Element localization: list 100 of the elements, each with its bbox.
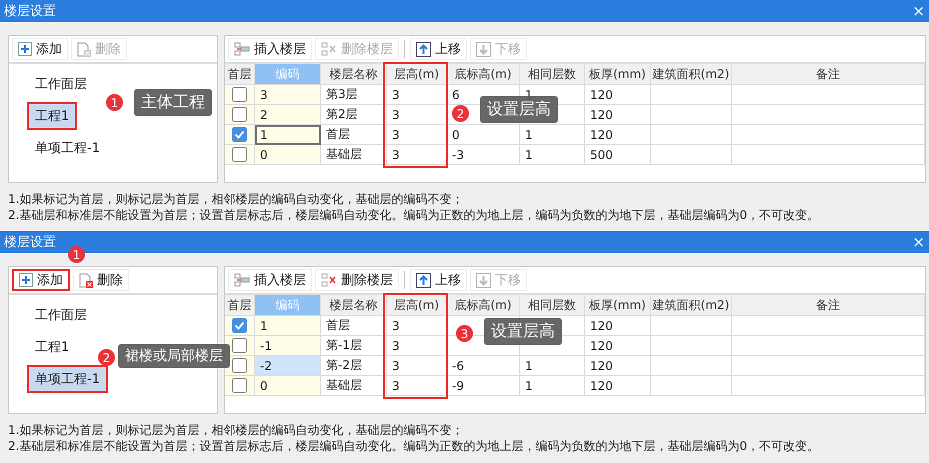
step-badge: 1: [68, 246, 85, 263]
table-cell: -6: [447, 356, 520, 376]
table-cell: 1: [520, 376, 585, 396]
table-cell: 3: [387, 316, 447, 336]
note-text: 2.基础层和标准层不能设置为首层；设置首层标志后，楼层编码自动变化。编码为正数的为地上层，编码为负数的为地下层，基础层编码为0，不可改变。: [8, 438, 820, 454]
close-button[interactable]: ×: [910, 233, 927, 251]
table-cell: 第-2层: [321, 356, 387, 376]
delete-floor-button[interactable]: 删除楼层: [315, 269, 399, 291]
table-cell: 120: [585, 336, 651, 356]
checkbox[interactable]: [232, 378, 247, 393]
project-item[interactable]: 单项工程-1: [27, 365, 108, 393]
project-item[interactable]: 工作面层: [27, 70, 95, 98]
arrow-down-icon: [476, 272, 491, 288]
insert-floor-button[interactable]: 插入楼层: [228, 269, 312, 291]
arrow-down-icon: [476, 42, 491, 56]
column-header[interactable]: 备注: [732, 64, 925, 85]
table-cell: 1: [255, 316, 321, 336]
column-header[interactable]: 板厚(mm): [585, 295, 651, 316]
table-cell: -9: [447, 376, 520, 396]
table-cell: -3: [447, 145, 520, 165]
delete-file-icon: [79, 272, 93, 288]
window-title: 楼层设置: [4, 3, 56, 20]
table-cell: 3: [387, 125, 447, 145]
table-cell: 3: [387, 145, 447, 165]
table-cell: -2: [255, 356, 321, 376]
column-header[interactable]: 首层: [225, 64, 255, 85]
table-cell: 基础层: [321, 376, 387, 396]
table-cell: 1: [520, 145, 585, 165]
table-cell: 500: [585, 145, 651, 165]
table-cell: 基础层: [321, 145, 387, 165]
checkbox[interactable]: [232, 147, 247, 162]
table-cell: 3: [255, 85, 321, 105]
table-cell: 1: [520, 356, 585, 376]
column-header[interactable]: 楼层名称: [321, 64, 387, 85]
plus-icon: [19, 273, 33, 287]
insert-row-icon: [234, 42, 250, 56]
project-item[interactable]: 工程1: [27, 102, 78, 130]
column-header[interactable]: 楼层名称: [321, 295, 387, 316]
table-cell: 120: [585, 105, 651, 125]
delete-button[interactable]: 删除: [73, 269, 129, 291]
table-cell: 首层: [321, 316, 387, 336]
column-header[interactable]: 建筑面积(m2): [651, 295, 732, 316]
add-button[interactable]: 添加: [12, 38, 68, 60]
table-cell: 第3层: [321, 85, 387, 105]
table-cell: 3: [387, 356, 447, 376]
delete-row-icon: [321, 42, 337, 56]
table-cell: 1: [520, 125, 585, 145]
table-cell: 120: [585, 85, 651, 105]
project-item[interactable]: 单项工程-1: [27, 134, 108, 162]
move-up-button[interactable]: 上移: [410, 269, 467, 291]
insert-floor-button[interactable]: 插入楼层: [228, 38, 312, 60]
column-header[interactable]: 建筑面积(m2): [651, 64, 732, 85]
project-item[interactable]: 工程1: [27, 333, 78, 361]
column-header[interactable]: 相同层数: [520, 64, 585, 85]
table-cell: 120: [585, 125, 651, 145]
column-header[interactable]: 底标高(m): [447, 295, 520, 316]
table-cell: 120: [585, 376, 651, 396]
note-text: 2.基础层和标准层不能设置为首层；设置首层标志后，楼层编码自动变化。编码为正数的为地上层，编码为负数的为地下层，基础层编码为0，不可改变。: [8, 207, 820, 223]
checkbox[interactable]: [232, 107, 247, 122]
checkbox[interactable]: [232, 127, 247, 142]
add-button[interactable]: 添加: [12, 269, 70, 291]
table-cell: 3: [387, 376, 447, 396]
table-cell: 1: [255, 125, 321, 145]
table-cell: 0: [255, 376, 321, 396]
checkbox[interactable]: [232, 338, 247, 353]
arrow-up-icon: [416, 272, 431, 288]
table-cell: -1: [255, 336, 321, 356]
callout-tooltip: 设置层高: [484, 318, 562, 345]
checkbox[interactable]: [232, 318, 247, 333]
delete-row-icon: [321, 273, 337, 287]
table-cell: 0: [447, 125, 520, 145]
column-header[interactable]: 板厚(mm): [585, 64, 651, 85]
note-text: 1.如果标记为首层，则标记层为首层，相邻楼层的编码自动变化，基础层的编码不变；: [8, 191, 464, 207]
move-up-button[interactable]: 上移: [410, 38, 467, 60]
column-header[interactable]: 层高(m): [387, 295, 447, 316]
column-header[interactable]: 备注: [732, 295, 925, 316]
checkbox[interactable]: [232, 87, 247, 102]
delete-file-icon: [77, 42, 91, 56]
table-cell: 3: [387, 85, 447, 105]
table-cell: 0: [255, 145, 321, 165]
table-cell: 第2层: [321, 105, 387, 125]
project-item[interactable]: 工作面层: [27, 301, 95, 329]
table-cell: 第-1层: [321, 336, 387, 356]
column-header[interactable]: 层高(m): [387, 64, 447, 85]
column-header[interactable]: 首层: [225, 295, 255, 316]
table-cell: 3: [387, 336, 447, 356]
callout-tooltip: 主体工程: [134, 89, 212, 116]
close-button[interactable]: ×: [910, 2, 927, 20]
table-cell: 2: [255, 105, 321, 125]
table-cell: 3: [387, 105, 447, 125]
callout-tooltip: 设置层高: [480, 96, 558, 123]
plus-icon: [18, 42, 32, 56]
table-cell: 首层: [321, 125, 387, 145]
window-title: 楼层设置: [4, 234, 56, 251]
note-text: 1.如果标记为首层，则标记层为首层，相邻楼层的编码自动变化，基础层的编码不变；: [8, 422, 464, 438]
column-header[interactable]: 底标高(m): [447, 64, 520, 85]
column-header[interactable]: 相同层数: [520, 295, 585, 316]
insert-row-icon: [234, 273, 250, 287]
callout-tooltip: 裙楼或局部楼层: [118, 344, 230, 368]
checkbox[interactable]: [232, 358, 247, 373]
